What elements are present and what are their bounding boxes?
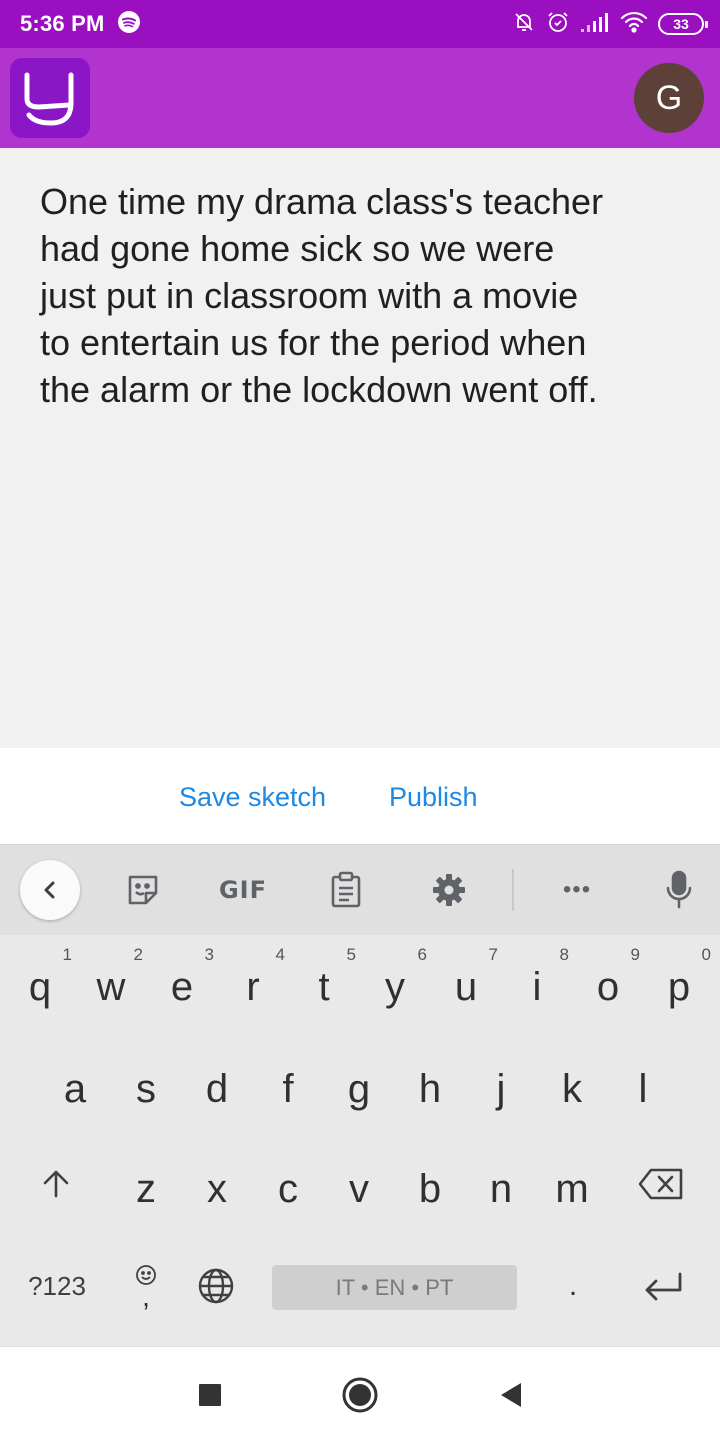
key-p[interactable]: 0p	[643, 945, 715, 1011]
key-v[interactable]: v	[323, 1151, 395, 1217]
key-m[interactable]: m	[536, 1151, 608, 1217]
symbols-key[interactable]: ?123	[14, 1253, 100, 1319]
story-line: just put in classroom with a movie	[40, 275, 579, 316]
alarm-icon	[546, 10, 570, 39]
shift-key[interactable]	[20, 1151, 92, 1217]
avatar[interactable]: G	[634, 63, 704, 133]
backspace-key[interactable]	[625, 1151, 697, 1217]
story-area[interactable]: One time my drama class's teacher had go…	[0, 148, 720, 748]
story-line: had gone home sick so we were	[40, 228, 555, 269]
key-w[interactable]: 2w	[75, 945, 147, 1011]
wifi-icon	[620, 11, 648, 38]
story-line: One time my drama class's teacher	[40, 181, 604, 222]
clipboard-icon[interactable]	[316, 865, 376, 915]
key-d[interactable]: d	[181, 1051, 253, 1117]
key-f[interactable]: f	[252, 1051, 324, 1117]
bell-off-icon	[512, 10, 536, 39]
battery-indicator: 33	[658, 13, 708, 35]
back-triangle-icon[interactable]	[488, 1373, 532, 1417]
back-chevron-icon[interactable]	[20, 860, 80, 920]
key-c[interactable]: c	[252, 1151, 324, 1217]
settings-gear-icon[interactable]	[419, 865, 479, 915]
period-key[interactable]: .	[545, 1253, 601, 1319]
status-bar: 5:36 PM 33	[0, 0, 720, 48]
key-n[interactable]: n	[465, 1151, 537, 1217]
key-i[interactable]: 8i	[501, 945, 573, 1011]
key-z[interactable]: z	[110, 1151, 182, 1217]
save-sketch-button[interactable]: Save sketch	[179, 782, 326, 813]
key-s[interactable]: s	[110, 1051, 182, 1117]
signal-icon	[580, 11, 610, 38]
key-h[interactable]: h	[394, 1051, 466, 1117]
emoji-comma-key[interactable]: ,	[118, 1253, 174, 1319]
key-y[interactable]: 6y	[359, 945, 431, 1011]
spotify-icon	[117, 10, 141, 39]
key-r[interactable]: 4r	[217, 945, 289, 1011]
toolbar-divider	[512, 869, 514, 911]
sticker-icon[interactable]	[113, 865, 173, 915]
key-l[interactable]: l	[607, 1051, 679, 1117]
action-bar: Save sketch Publish	[0, 748, 720, 844]
key-x[interactable]: x	[181, 1151, 253, 1217]
key-g[interactable]: g	[323, 1051, 395, 1117]
space-key[interactable]: IT • EN • PT	[272, 1265, 517, 1310]
enter-key[interactable]	[628, 1253, 700, 1319]
key-t[interactable]: 5t	[288, 945, 360, 1011]
gif-button[interactable]: GIF	[213, 865, 273, 915]
story-text[interactable]: One time my drama class's teacher had go…	[40, 178, 690, 413]
home-circle-icon[interactable]	[338, 1373, 382, 1417]
story-line: the alarm or the lockdown went off.	[40, 369, 598, 410]
key-q[interactable]: 1q	[4, 945, 76, 1011]
key-k[interactable]: k	[536, 1051, 608, 1117]
key-u[interactable]: 7u	[430, 945, 502, 1011]
keyboard-toolbar: GIF •••	[0, 845, 720, 935]
status-time: 5:36 PM	[20, 11, 105, 36]
publish-button[interactable]: Publish	[389, 782, 478, 813]
key-a[interactable]: a	[39, 1051, 111, 1117]
key-e[interactable]: 3e	[146, 945, 218, 1011]
keyboard: GIF ••• 1q 2w 3e 4r 5t 6y 7u 8i 9o 0p a …	[0, 844, 720, 1346]
key-o[interactable]: 9o	[572, 945, 644, 1011]
globe-icon[interactable]	[188, 1253, 244, 1319]
app-bar: G	[0, 48, 720, 148]
story-line: to entertain us for the period when	[40, 322, 587, 363]
system-nav-bar	[0, 1346, 720, 1440]
key-b[interactable]: b	[394, 1151, 466, 1217]
app-logo[interactable]	[10, 58, 90, 138]
recents-square-icon[interactable]	[188, 1373, 232, 1417]
key-j[interactable]: j	[465, 1051, 537, 1117]
microphone-icon[interactable]	[649, 865, 709, 915]
more-options-icon[interactable]: •••	[547, 865, 607, 915]
